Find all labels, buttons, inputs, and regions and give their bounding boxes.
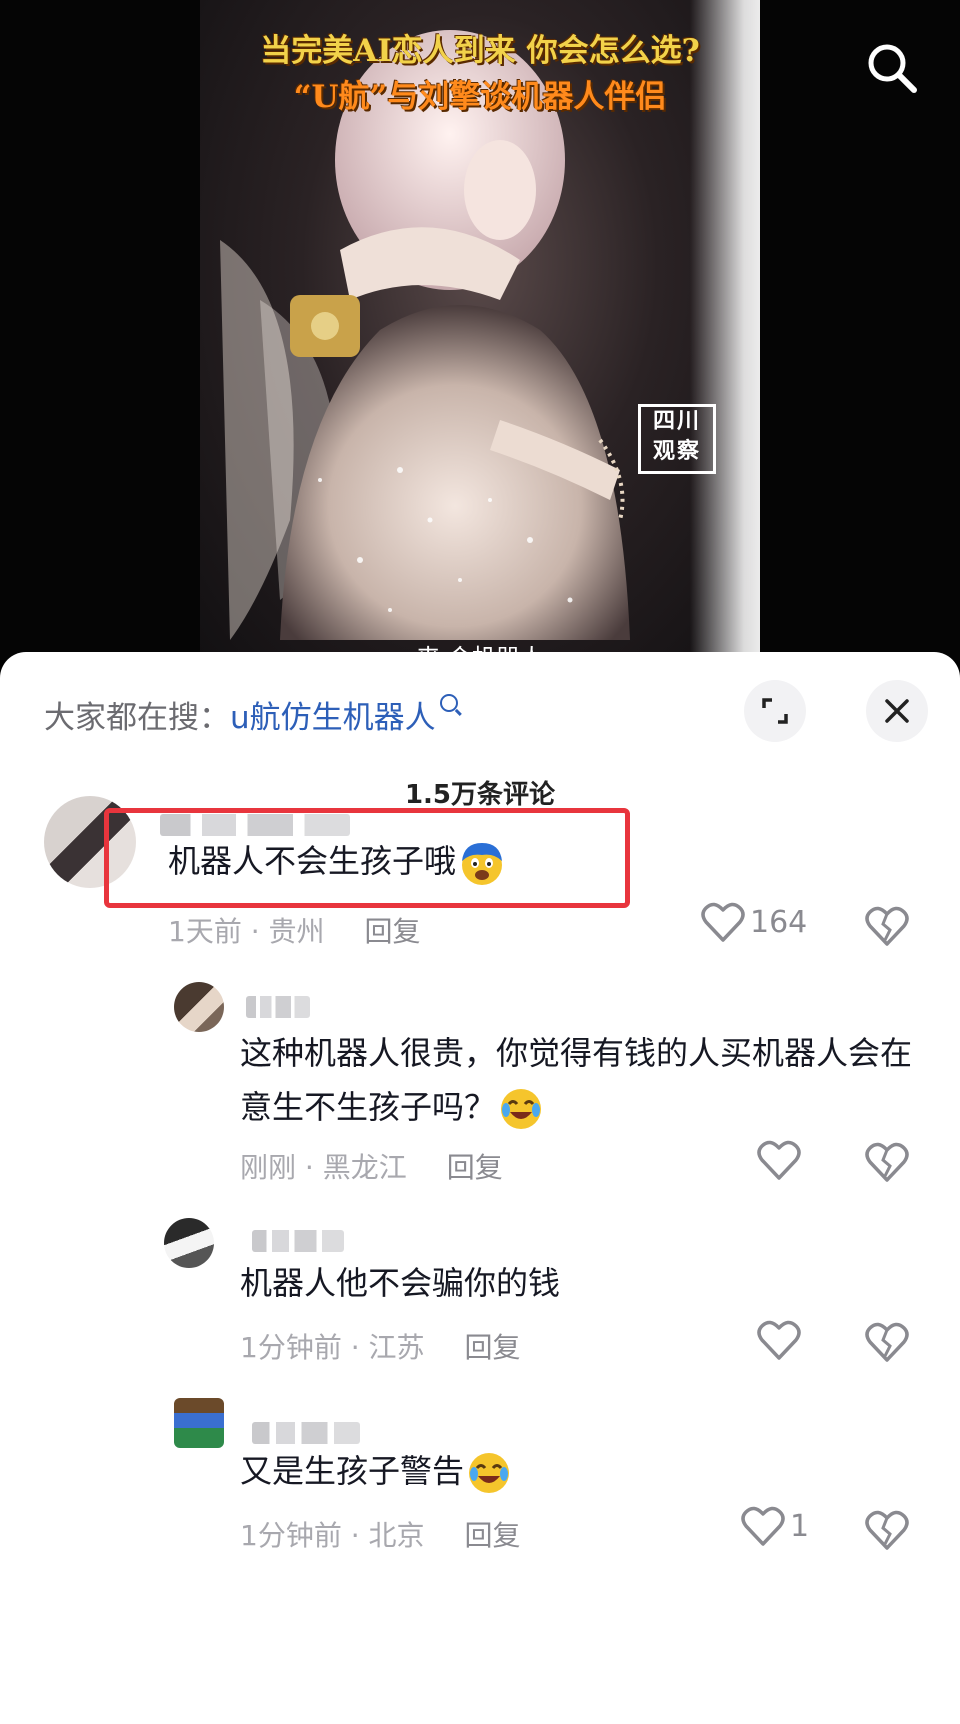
comment-text: 机器人他不会骗你的钱 (240, 1264, 561, 1302)
video-title-line1: 当完美AI恋人到来 你会怎么选? (260, 33, 700, 69)
comment-sheet: 大家都在搜：u航仿生机器人 1.5万条评论 机器人不会生孩子哦 1天前 · 贵州… (0, 652, 960, 1724)
close-icon (885, 699, 909, 723)
like-count: 1 (790, 1508, 810, 1544)
heart-icon (757, 1140, 801, 1180)
comment-time: 1分钟前 (240, 1519, 342, 1552)
video-title-line2: “U航”与刘擎谈机器人伴侣 (293, 79, 667, 115)
dislike-button[interactable] (864, 1508, 910, 1556)
avatar[interactable] (174, 1398, 224, 1448)
comment-location: 江苏 (368, 1331, 425, 1364)
broken-heart-icon (865, 1510, 909, 1550)
username-blurred[interactable] (246, 996, 310, 1018)
comment-meta: 刚刚 · 黑龙江 回复 (240, 1151, 503, 1184)
watermark-line1: 四川 (652, 409, 701, 434)
comment-time: 1分钟前 (240, 1331, 342, 1364)
like-button[interactable]: 1 (740, 1504, 809, 1548)
reply-button[interactable]: 回复 (365, 915, 421, 948)
comment-text: 又是生孩子警告 (240, 1444, 512, 1498)
broken-heart-icon (865, 906, 909, 946)
avatar[interactable] (164, 1218, 214, 1268)
like-count: 164 (750, 904, 808, 940)
comment-location: 贵州 (268, 915, 325, 948)
hot-search-bar[interactable]: 大家都在搜：u航仿生机器人 (44, 692, 458, 737)
keyword-search-icon (439, 694, 458, 712)
channel-watermark: 四川 观察 (638, 404, 716, 474)
watermark-line2: 观察 (652, 439, 701, 464)
close-button[interactable] (866, 680, 928, 742)
comment-text: 这种机器人很贵，你觉得有钱的人买机器人会在意生不生孩子吗？ (240, 1026, 920, 1134)
broken-heart-icon (865, 1322, 909, 1362)
username-blurred[interactable] (252, 1230, 344, 1252)
like-button[interactable] (756, 1318, 806, 1362)
comment-meta: 1分钟前 · 江苏 回复 (240, 1331, 521, 1364)
heart-icon (741, 1506, 785, 1546)
broken-heart-icon (865, 1142, 909, 1182)
comment-time: 1天前 (168, 915, 242, 948)
reply-button[interactable]: 回复 (465, 1331, 521, 1364)
search-icon[interactable] (862, 38, 922, 98)
heart-icon (701, 902, 745, 942)
comment-time: 刚刚 (240, 1151, 297, 1184)
comment-count: 1.5万条评论 (404, 780, 556, 810)
laughing-crying-emoji-icon (469, 1453, 510, 1493)
username-blurred[interactable] (252, 1422, 360, 1444)
expand-icon (762, 698, 788, 724)
dislike-button[interactable] (864, 904, 910, 952)
like-button[interactable]: 164 (700, 900, 807, 944)
comment-meta: 1分钟前 · 北京 回复 (240, 1519, 521, 1552)
comment-location: 黑龙江 (322, 1151, 407, 1184)
comment-text-content: 这种机器人很贵，你觉得有钱的人买机器人会在意生不生孩子吗？ (240, 1034, 913, 1126)
dislike-button[interactable] (864, 1140, 910, 1188)
video-title: 当完美AI恋人到来 你会怎么选? “U航”与刘擎谈机器人伴侣 (0, 28, 960, 120)
expand-button[interactable] (744, 680, 806, 742)
laughing-crying-emoji-icon (501, 1089, 542, 1129)
hot-search-keyword[interactable]: u航仿生机器人 (230, 700, 436, 736)
video-player[interactable]: 当完美AI恋人到来 你会怎么选? “U航”与刘擎谈机器人伴侣 四川 观察 来 会… (0, 0, 960, 660)
like-button[interactable] (756, 1138, 806, 1182)
dislike-button[interactable] (864, 1320, 910, 1368)
heart-icon (757, 1320, 801, 1360)
comment-text-content: 又是生孩子警告 (240, 1452, 465, 1490)
avatar[interactable] (174, 982, 224, 1032)
hot-search-prefix: 大家都在搜： (44, 700, 230, 736)
comment-location: 北京 (368, 1519, 425, 1552)
reply-button[interactable]: 回复 (447, 1151, 503, 1184)
highlight-box (104, 808, 630, 908)
reply-button[interactable]: 回复 (465, 1519, 521, 1552)
comment-meta: 1天前 · 贵州 回复 (168, 915, 421, 948)
